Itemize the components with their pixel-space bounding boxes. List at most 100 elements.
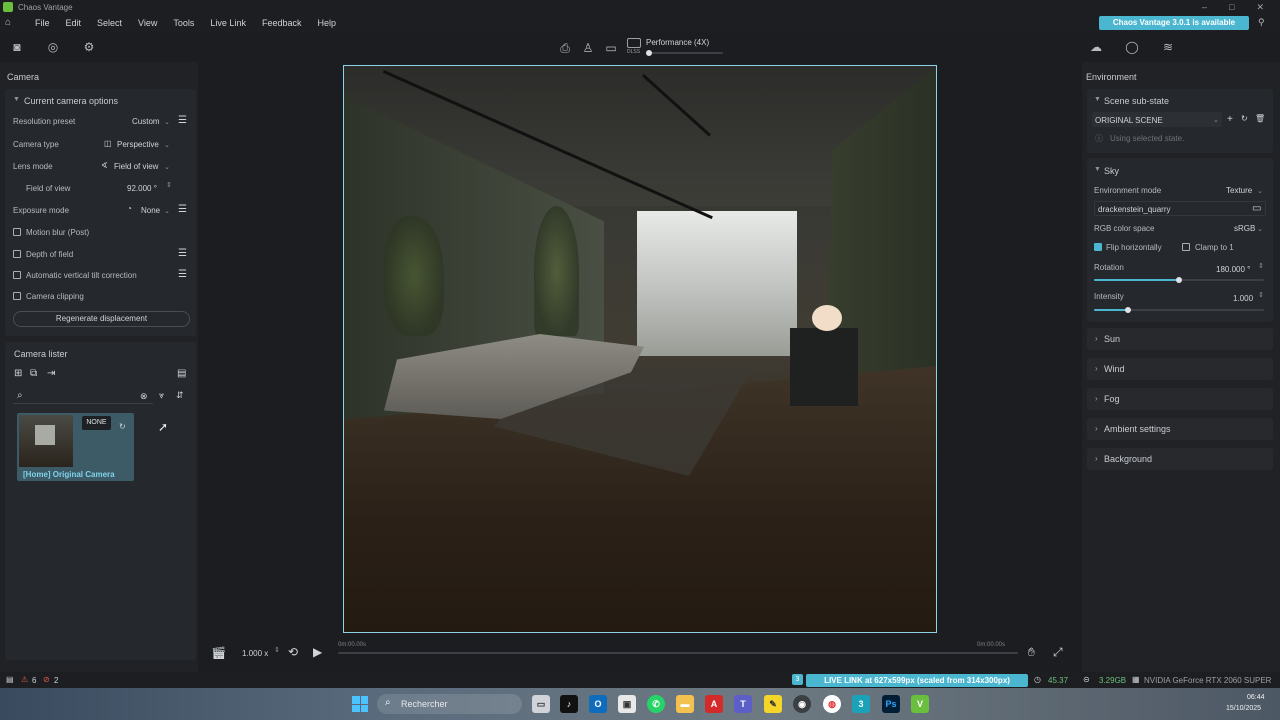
sky-header[interactable]: Sky (1104, 166, 1119, 176)
file-explorer-icon[interactable]: ▬ (676, 695, 694, 713)
teams-app-icon[interactable]: T (734, 695, 752, 713)
sliders-icon[interactable]: ☰ (178, 269, 187, 280)
clamp-checkbox[interactable] (1182, 243, 1190, 251)
rotation-slider-knob[interactable] (1176, 277, 1182, 283)
resolution-preset-select[interactable]: Custom (132, 117, 160, 126)
camera-search-input[interactable] (13, 389, 153, 404)
screenshot-icon[interactable]: ⎙ (557, 40, 573, 56)
maximize-button[interactable]: □ (1229, 2, 1234, 13)
delete-icon[interactable]: 🗑︎ (1255, 114, 1265, 123)
flip-horizontally-checkbox[interactable] (1094, 243, 1102, 251)
sun-section[interactable]: › Sun (1087, 328, 1273, 350)
collapse-arrow-icon[interactable]: ▼ (1094, 96, 1101, 103)
fog-section[interactable]: › Fog (1087, 388, 1273, 410)
menu-edit[interactable]: Edit (66, 18, 82, 28)
menu-select[interactable]: Select (97, 18, 122, 28)
refresh-icon[interactable]: ↻ (1241, 114, 1248, 123)
menu-help[interactable]: Help (317, 18, 336, 28)
github-app-icon[interactable]: ◉ (793, 695, 811, 713)
intensity-input[interactable]: 1.000 (1233, 294, 1253, 303)
tiktok-app-icon[interactable]: ♪ (560, 695, 578, 713)
loop-icon[interactable]: ⟲ (288, 645, 298, 659)
timeline-scrubber[interactable] (338, 652, 1018, 654)
update-available-badge[interactable]: Chaos Vantage 3.0.1 is available (1099, 16, 1249, 30)
sort-icon[interactable]: ⇵ (176, 390, 184, 401)
folder-icon[interactable]: ▭ (1252, 203, 1261, 214)
sliders-icon[interactable]: ☰ (178, 248, 187, 259)
performance-slider[interactable] (647, 52, 723, 54)
vertical-tilt-checkbox[interactable] (13, 271, 21, 279)
camera-name[interactable]: [Home] Original Camera (23, 470, 115, 479)
close-button[interactable]: ✕ (1256, 2, 1264, 13)
sliders-icon[interactable]: ☰ (178, 204, 187, 215)
sliders-icon[interactable]: ☰ (178, 115, 187, 126)
home-icon[interactable]: ⌂ (5, 17, 19, 29)
refresh-icon[interactable]: ↻ (119, 422, 126, 431)
folder-icon[interactable]: ▤ (177, 368, 186, 379)
scene-sub-state-header[interactable]: Scene sub-state (1104, 96, 1169, 106)
settings-tab-icon[interactable]: ⚙ (81, 39, 97, 55)
spinner-icon[interactable]: ⇕ (166, 181, 172, 189)
playback-speed-input[interactable]: 1.000 x (242, 649, 268, 658)
store-app-icon[interactable]: ▣ (618, 695, 636, 713)
log-icon[interactable]: ▤ (6, 675, 14, 684)
outlook-app-icon[interactable]: O (589, 695, 607, 713)
environment-mode-select[interactable]: Texture (1226, 186, 1252, 195)
menu-view[interactable]: View (138, 18, 157, 28)
background-section[interactable]: › Background (1087, 448, 1273, 470)
motion-blur-checkbox[interactable] (13, 228, 21, 236)
spinner-icon[interactable]: ⇕ (274, 646, 280, 654)
intensity-slider-knob[interactable] (1125, 307, 1131, 313)
collapse-arrow-icon[interactable]: ▼ (1094, 166, 1101, 173)
dlss-icon[interactable] (627, 38, 641, 48)
rgb-color-space-select[interactable]: sRGB (1234, 224, 1255, 233)
lens-mode-select[interactable]: Field of view (114, 162, 158, 171)
display-icon[interactable]: ▭ (603, 40, 619, 56)
play-icon[interactable]: ▶ (313, 645, 322, 659)
render-tab-icon[interactable]: ◎ (45, 39, 61, 55)
spinner-icon[interactable]: ⇕ (1258, 262, 1264, 270)
vantage-app-icon[interactable]: V (911, 695, 929, 713)
spinner-icon[interactable]: ⇕ (1258, 291, 1264, 299)
warning-icon[interactable]: ⚠ (21, 675, 28, 684)
chrome-app-icon[interactable]: ◍ (823, 695, 841, 713)
minimize-button[interactable]: – (1202, 2, 1207, 13)
performance-slider-knob[interactable] (646, 50, 652, 56)
add-camera-icon[interactable]: ⊞ (14, 368, 22, 379)
pin-icon[interactable]: ⚲ (1258, 17, 1265, 28)
error-icon[interactable]: ⊘ (43, 675, 50, 684)
whatsapp-app-icon[interactable]: ✆ (647, 695, 665, 713)
import-camera-icon[interactable]: ⇥ (47, 368, 55, 379)
duplicate-camera-icon[interactable]: ⧉ (30, 368, 37, 379)
menu-live-link[interactable]: Live Link (210, 18, 246, 28)
rotation-input[interactable]: 180.000 ° (1216, 265, 1250, 274)
environment-tab-icon[interactable]: ☁ (1088, 39, 1104, 55)
camera-clipping-checkbox[interactable] (13, 292, 21, 300)
expand-icon[interactable]: ⤢ (1053, 645, 1063, 660)
clapper-icon[interactable]: 🎬︎ (211, 646, 226, 660)
field-of-view-input[interactable]: 92.000 ° (127, 184, 157, 193)
walk-mode-icon[interactable]: ♙ (580, 40, 596, 56)
menu-feedback[interactable]: Feedback (262, 18, 302, 28)
regenerate-displacement-button[interactable]: Regenerate displacement (13, 311, 190, 327)
camera-type-select[interactable]: Perspective (117, 140, 159, 149)
camera-tab-icon[interactable]: ◙ (9, 39, 25, 55)
taskbar-search[interactable] (377, 694, 522, 714)
globe-tab-icon[interactable]: ◯ (1124, 39, 1140, 55)
ambient-settings-section[interactable]: › Ambient settings (1087, 418, 1273, 440)
menu-tools[interactable]: Tools (173, 18, 194, 28)
exposure-mode-select[interactable]: None (141, 206, 160, 215)
render-viewport[interactable] (343, 65, 937, 633)
adjust-tab-icon[interactable]: ≋ (1160, 39, 1176, 55)
depth-of-field-checkbox[interactable] (13, 250, 21, 258)
collapse-arrow-icon[interactable]: ▼ (13, 96, 20, 103)
menu-file[interactable]: File (35, 18, 50, 28)
start-icon[interactable] (352, 696, 368, 712)
sticky-notes-icon[interactable]: ✎ (764, 695, 782, 713)
add-state-icon[interactable]: + (1227, 114, 1233, 125)
autocad-app-icon[interactable]: A (705, 695, 723, 713)
clear-search-icon[interactable]: ⊗ (140, 391, 148, 402)
task-view-icon[interactable]: ▭ (532, 695, 550, 713)
hand-icon[interactable]: ✋︎ (1028, 645, 1035, 660)
photoshop-app-icon[interactable]: Ps (882, 695, 900, 713)
